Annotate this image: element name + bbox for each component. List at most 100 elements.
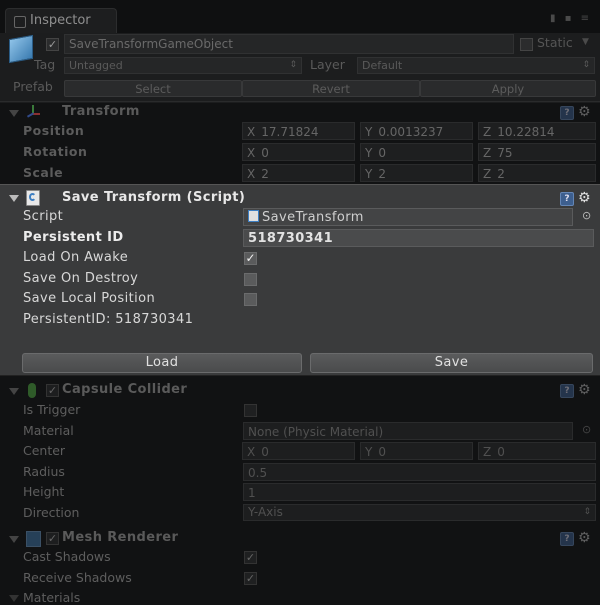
axis-x-label: X (247, 146, 256, 160)
axis-x-label: X (247, 445, 256, 459)
layer-value: Default (362, 59, 403, 72)
save-local-position-label: Save Local Position (23, 291, 156, 306)
center-z-field[interactable]: Z0 (478, 442, 596, 460)
persistent-id-field[interactable]: 518730341 (243, 229, 594, 247)
cast-shadows-label: Cast Shadows (23, 549, 111, 564)
height-field[interactable]: 1 (243, 483, 596, 501)
position-y-field[interactable]: Y 0.0013237 (360, 122, 473, 140)
tag-dropdown[interactable]: Untagged ⇕ (64, 57, 302, 74)
window-controls[interactable]: ▮ ▪ ≡ (550, 13, 592, 24)
script-field[interactable]: SaveTransform (243, 208, 573, 226)
help-icon[interactable]: ? (560, 192, 574, 206)
cast-shadows-checkbox[interactable]: ✓ (244, 551, 257, 564)
capsule-collider-title: Capsule Collider (62, 382, 188, 397)
direction-dropdown-icon: ⇕ (583, 507, 591, 517)
foldout-arrow-icon[interactable] (9, 536, 19, 543)
load-button[interactable]: Load (22, 353, 302, 373)
mesh-renderer-header[interactable]: ✓ Mesh Renderer ? ⚙ (0, 528, 600, 550)
center-x-value: 0 (261, 445, 269, 459)
save-transform-header[interactable]: Save Transform (Script) ? ⚙ (0, 187, 600, 209)
axis-y-label: Y (365, 146, 373, 160)
object-name-field[interactable]: SaveTransformGameObject (64, 34, 514, 54)
load-on-awake-checkbox[interactable]: ✓ (244, 252, 257, 265)
material-field[interactable]: None (Physic Material) (243, 422, 573, 440)
capsule-collider-enabled-checkbox[interactable]: ✓ (46, 384, 59, 397)
transform-header[interactable]: Transform ? ⚙ (0, 102, 600, 124)
save-button[interactable]: Save (310, 353, 593, 373)
mesh-renderer-icon (26, 531, 41, 547)
foldout-arrow-icon[interactable] (9, 388, 19, 395)
rotation-z-field[interactable]: Z 75 (478, 143, 596, 161)
scale-x-field[interactable]: X2 (242, 164, 355, 182)
tag-dropdown-icon: ⇕ (289, 60, 297, 70)
tag-value: Untagged (69, 59, 123, 72)
layer-dropdown[interactable]: Default ⇕ (357, 57, 595, 74)
center-label: Center (23, 443, 66, 458)
csharp-script-icon (26, 190, 40, 206)
active-checkbox[interactable]: ✓ (46, 38, 59, 51)
gear-icon[interactable]: ⚙ (578, 105, 591, 119)
axis-y-label: Y (365, 445, 373, 459)
axis-y-label: Y (365, 167, 373, 181)
save-transform-title: Save Transform (Script) (62, 190, 246, 205)
height-label: Height (23, 484, 65, 499)
layer-label: Layer (310, 57, 345, 72)
rotation-label: Rotation (23, 144, 88, 159)
radius-field[interactable]: 0.5 (243, 463, 596, 481)
receive-shadows-label: Receive Shadows (23, 570, 132, 585)
help-icon[interactable]: ? (560, 106, 574, 120)
prefab-revert-button[interactable]: Revert (242, 80, 420, 97)
tab-inspector[interactable]: Inspector (5, 8, 117, 33)
axis-z-label: Z (483, 125, 492, 139)
material-label: Material (23, 423, 74, 438)
rotation-x-field[interactable]: X0 (242, 143, 355, 161)
position-x-value: 17.71824 (261, 125, 319, 139)
scale-label: Scale (23, 165, 64, 180)
script-file-icon (248, 210, 259, 222)
scale-z-field[interactable]: Z2 (478, 164, 596, 182)
center-x-field[interactable]: X0 (242, 442, 355, 460)
static-dropdown-icon[interactable]: ▼ (582, 37, 589, 47)
foldout-arrow-icon[interactable] (9, 195, 19, 202)
center-y-value: 0 (378, 445, 386, 459)
gear-icon[interactable]: ⚙ (578, 383, 591, 397)
position-z-field[interactable]: Z 10.22814 (478, 122, 596, 140)
save-on-destroy-checkbox[interactable] (244, 273, 257, 286)
help-icon[interactable]: ? (560, 532, 574, 546)
position-y-value: 0.0013237 (378, 125, 444, 139)
capsule-collider-header[interactable]: ✓ Capsule Collider ? ⚙ (0, 380, 600, 402)
receive-shadows-checkbox[interactable]: ✓ (244, 572, 257, 585)
gameobject-icon (9, 34, 33, 64)
save-local-position-checkbox[interactable] (244, 293, 257, 306)
help-icon[interactable]: ? (560, 384, 574, 398)
prefab-select-button[interactable]: Select (64, 80, 242, 97)
axis-x-label: X (247, 125, 256, 139)
rotation-x-value: 0 (261, 146, 269, 160)
gear-icon[interactable]: ⚙ (578, 531, 591, 545)
script-value: SaveTransform (262, 210, 364, 225)
scale-y-field[interactable]: Y2 (360, 164, 473, 182)
object-picker-icon[interactable]: ⊙ (582, 423, 591, 436)
scale-z-value: 2 (497, 167, 505, 181)
persistent-id-info-text: PersistentID: 518730341 (23, 312, 194, 327)
tab-bar: Inspector ▮ ▪ ≡ (0, 0, 600, 33)
scale-x-value: 2 (261, 167, 269, 181)
axis-z-label: Z (483, 167, 492, 181)
prefab-apply-button[interactable]: Apply (420, 80, 596, 97)
rotation-y-field[interactable]: Y0 (360, 143, 473, 161)
save-transform-component: Save Transform (Script) ? ⚙ Script SaveT… (0, 184, 600, 376)
save-on-destroy-label: Save On Destroy (23, 271, 139, 286)
materials-foldout-arrow-icon[interactable] (9, 595, 19, 602)
layer-dropdown-icon: ⇕ (582, 60, 590, 70)
object-picker-icon[interactable]: ⊙ (582, 209, 592, 222)
gear-icon[interactable]: ⚙ (578, 191, 591, 205)
direction-dropdown[interactable]: Y-Axis ⇕ (243, 504, 596, 521)
position-x-field[interactable]: X 17.71824 (242, 122, 355, 140)
foldout-arrow-icon[interactable] (9, 110, 19, 117)
mesh-renderer-enabled-checkbox[interactable]: ✓ (46, 532, 59, 545)
axis-y-label: Y (365, 125, 373, 139)
is-trigger-checkbox[interactable] (244, 404, 257, 417)
transform-title: Transform (62, 104, 140, 119)
center-y-field[interactable]: Y0 (360, 442, 473, 460)
static-checkbox[interactable] (520, 38, 533, 51)
